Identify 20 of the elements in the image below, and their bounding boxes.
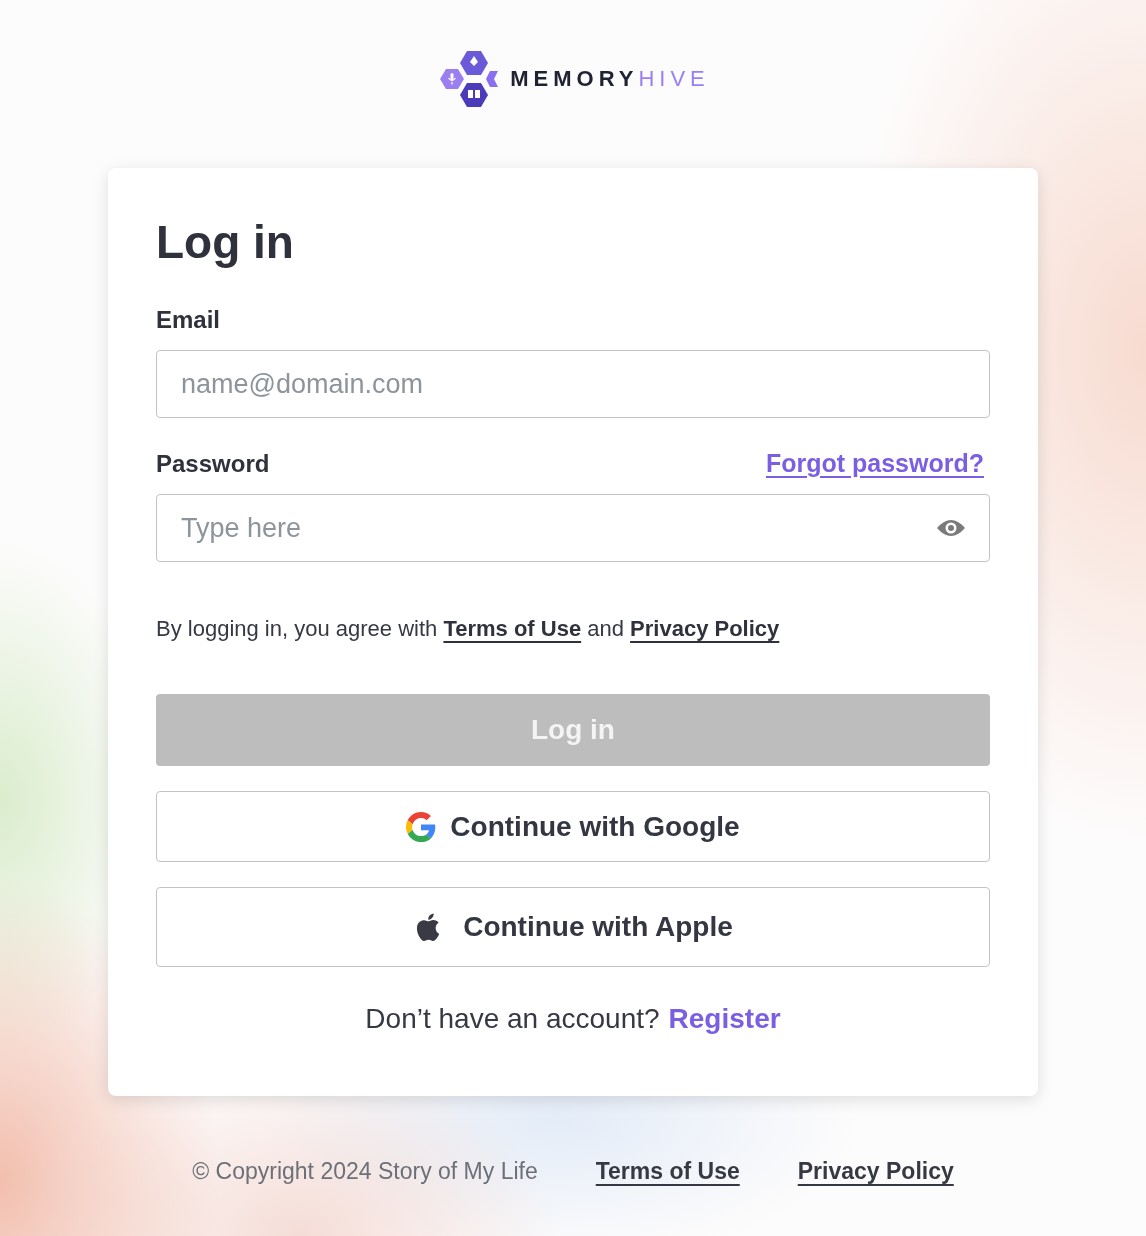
copyright-text: © Copyright 2024 Story of My Life (192, 1158, 538, 1185)
terms-of-use-link[interactable]: Terms of Use (443, 616, 582, 641)
footer-link[interactable]: Terms of Use (595, 1158, 740, 1185)
logo-wordmark: MEMORY (510, 66, 639, 92)
card-title: Log in (156, 215, 295, 270)
field-label: Password (156, 450, 270, 478)
google-signin-button[interactable]: Continue with Google (156, 791, 990, 862)
terms-notice: By logging in, you agree with Terms of Use and Privacy Policy (156, 615, 781, 643)
google-g-icon (406, 811, 437, 842)
apple-signin-button[interactable]: Continue with Apple (156, 887, 990, 967)
register-link[interactable]: Register (668, 1003, 781, 1035)
privacy-policy-link[interactable]: Privacy Policy (630, 616, 780, 641)
register-prompt: Don’t have an account? (365, 1003, 660, 1035)
forgot-password-link[interactable]: Forgot password? (765, 449, 984, 478)
eye-icon[interactable] (936, 518, 966, 538)
footer-link[interactable]: Privacy Policy (797, 1158, 954, 1185)
email-field[interactable]: name@domain.com (156, 350, 990, 418)
password-field[interactable]: Type here (156, 494, 990, 562)
logo-wordmark-suffix: HIVE (638, 66, 710, 92)
field-label: Email (156, 306, 221, 334)
